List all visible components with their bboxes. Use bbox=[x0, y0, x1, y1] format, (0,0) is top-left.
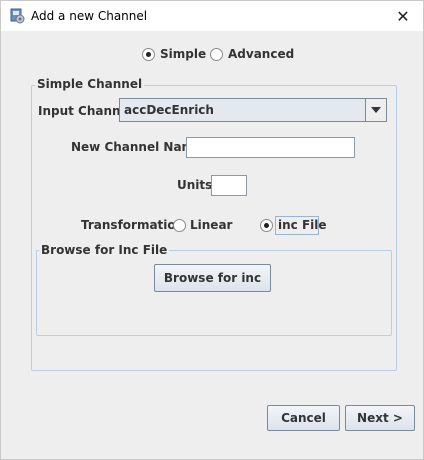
input-channel-combo[interactable]: accDecEnrich bbox=[119, 98, 387, 122]
linear-radio[interactable] bbox=[173, 219, 186, 232]
simple-radio-label: Simple bbox=[160, 47, 207, 61]
new-channel-name-input[interactable] bbox=[186, 137, 355, 158]
inc-file-radio[interactable] bbox=[260, 219, 273, 232]
next-button[interactable]: Next > bbox=[345, 405, 415, 431]
linear-radio-label: Linear bbox=[190, 218, 233, 232]
title-bar: Add a new Channel ✕ bbox=[1, 1, 423, 31]
add-channel-dialog: Add a new Channel ✕ Simple Advanced Simp… bbox=[0, 0, 424, 460]
app-icon bbox=[10, 8, 25, 24]
new-channel-name-label: New Channel Name bbox=[71, 140, 203, 154]
units-input[interactable] bbox=[211, 175, 247, 196]
advanced-radio[interactable] bbox=[210, 48, 223, 61]
browse-inc-group bbox=[36, 250, 392, 336]
close-button[interactable]: ✕ bbox=[383, 1, 423, 31]
window-title: Add a new Channel bbox=[31, 9, 148, 23]
inc-file-radio-label: inc File bbox=[278, 218, 327, 232]
combo-arrow-button[interactable] bbox=[365, 99, 386, 121]
next-label: Next > bbox=[357, 411, 403, 425]
simple-radio[interactable] bbox=[142, 48, 155, 61]
browse-for-inc-button[interactable]: Browse for inc bbox=[154, 264, 271, 292]
units-label: Units bbox=[177, 178, 213, 192]
simple-channel-group-title: Simple Channel bbox=[35, 77, 145, 91]
cancel-label: Cancel bbox=[281, 411, 326, 425]
chevron-down-icon bbox=[371, 107, 381, 113]
dialog-body: Simple Advanced Simple Channel Input Cha… bbox=[1, 31, 423, 459]
advanced-radio-label: Advanced bbox=[228, 47, 295, 61]
input-channel-value: accDecEnrich bbox=[124, 103, 214, 117]
cancel-button[interactable]: Cancel bbox=[267, 405, 340, 431]
browse-inc-group-title: Browse for Inc File bbox=[39, 243, 170, 257]
transformation-label: Transformation bbox=[81, 218, 185, 232]
browse-for-inc-label: Browse for inc bbox=[163, 271, 262, 285]
close-icon: ✕ bbox=[396, 6, 410, 26]
